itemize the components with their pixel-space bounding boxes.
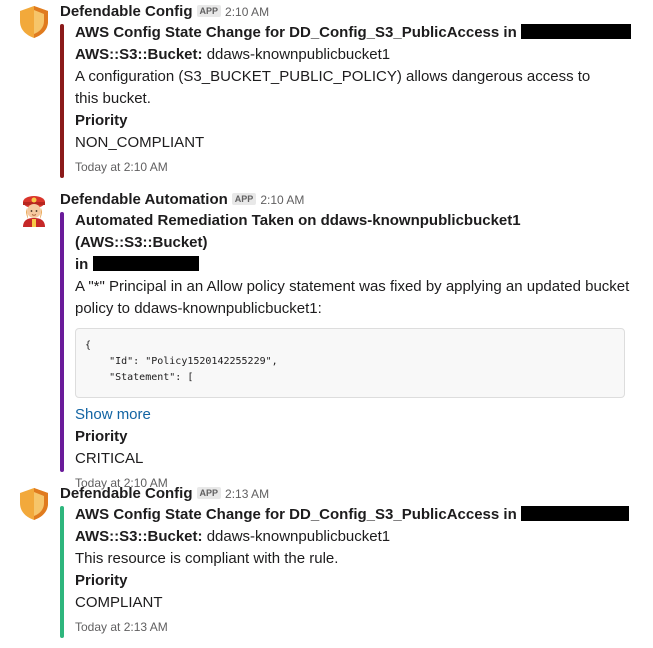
- attachment-description: A "*" Principal in an Allow policy state…: [75, 278, 630, 317]
- sender-name[interactable]: Defendable Config: [60, 3, 193, 20]
- resource-label: AWS::S3::Bucket:: [75, 528, 203, 545]
- redacted-block: [520, 24, 631, 39]
- attachment-description: This resource is compliant with the rule…: [75, 550, 339, 567]
- app-badge: APP: [196, 487, 222, 499]
- priority-label: Priority: [75, 112, 128, 129]
- show-more-link[interactable]: Show more: [75, 404, 635, 426]
- resource-line: AWS::S3::Bucket: ddaws-knownpublicbucket…: [75, 526, 635, 548]
- priority-value: NON_COMPLIANT: [75, 134, 205, 151]
- attachment-accent-bar: [60, 212, 64, 472]
- message-header: Defendable Config APP 2:10 AM: [60, 2, 269, 22]
- title-suffix-text: in: [75, 256, 89, 273]
- resource-label: AWS::S3::Bucket:: [75, 46, 203, 63]
- shield-icon[interactable]: [16, 4, 52, 40]
- message-header: Defendable Config APP 2:13 AM: [60, 484, 269, 504]
- attachment-title-suffix: in: [75, 254, 635, 276]
- message-2: Defendable Automation APP 2:10 AM Automate…: [0, 190, 653, 490]
- attachment-accent-bar: [60, 24, 64, 178]
- shield-icon[interactable]: [16, 486, 52, 522]
- message-timestamp[interactable]: 2:10 AM: [225, 5, 269, 19]
- message-header: Defendable Automation APP 2:10 AM: [60, 190, 304, 210]
- sender-name[interactable]: Defendable Automation: [60, 191, 228, 208]
- priority-label: Priority: [75, 428, 128, 445]
- message-1: Defendable Config APP 2:10 AM AWS Config S…: [0, 2, 653, 180]
- code-block[interactable]: { "Id": "Policy1520142255229", "Statemen…: [75, 328, 625, 398]
- attachment-body: Automated Remediation Taken on ddaws-kno…: [75, 210, 635, 492]
- attachment-title: Automated Remediation Taken on ddaws-kno…: [75, 212, 521, 251]
- app-badge: APP: [196, 5, 222, 17]
- priority-value: COMPLIANT: [75, 594, 163, 611]
- attachment-footer: Today at 2:13 AM: [75, 620, 168, 634]
- message-3: Defendable Config APP 2:13 AM AWS Config S…: [0, 484, 653, 644]
- message-timestamp[interactable]: 2:10 AM: [260, 193, 304, 207]
- attachment-footer: Today at 2:10 AM: [75, 160, 168, 174]
- attachment-description: A configuration (S3_BUCKET_PUBLIC_POLICY…: [75, 68, 591, 107]
- firefighter-icon[interactable]: [16, 192, 52, 228]
- attachment-title: AWS Config State Change for DD_Config_S3…: [75, 22, 635, 44]
- attachment-accent-bar: [60, 506, 64, 638]
- redacted-block: [520, 506, 629, 521]
- attachment-body: AWS Config State Change for DD_Config_S3…: [75, 504, 635, 636]
- attachment-body: AWS Config State Change for DD_Config_S3…: [75, 22, 635, 176]
- redacted-block: [92, 256, 199, 271]
- resource-value: ddaws-knownpublicbucket1: [206, 528, 391, 545]
- sender-name[interactable]: Defendable Config: [60, 485, 193, 502]
- app-badge: APP: [231, 193, 257, 205]
- attachment-title: AWS Config State Change for DD_Config_S3…: [75, 504, 635, 526]
- resource-value: ddaws-knownpublicbucket1: [206, 46, 391, 63]
- priority-value: CRITICAL: [75, 450, 144, 467]
- priority-label: Priority: [75, 572, 128, 589]
- attachment-title-text: AWS Config State Change for DD_Config_S3…: [75, 24, 517, 41]
- resource-line: AWS::S3::Bucket: ddaws-knownpublicbucket…: [75, 44, 635, 66]
- attachment-title-text: AWS Config State Change for DD_Config_S3…: [75, 506, 517, 523]
- message-timestamp[interactable]: 2:13 AM: [225, 487, 269, 501]
